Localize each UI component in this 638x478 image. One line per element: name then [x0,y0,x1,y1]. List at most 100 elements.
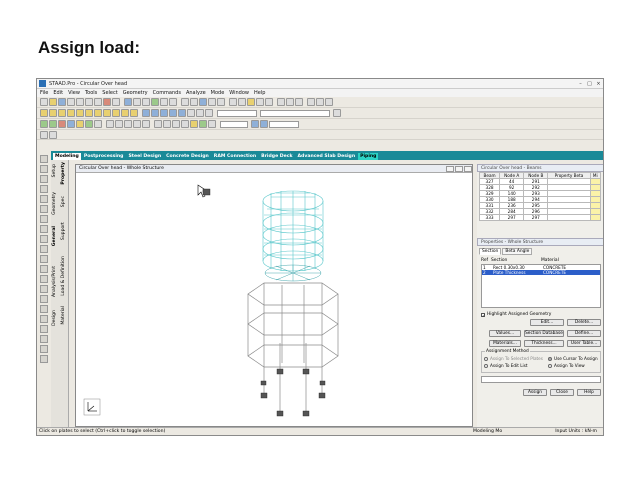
new-file-icon[interactable] [40,98,48,106]
viewport-close-icon[interactable] [464,165,472,172]
display-window-icon[interactable] [205,109,213,117]
tab-advanced-slab-design[interactable]: Advanced Slab Design [296,153,358,160]
arc-icon[interactable] [277,98,285,106]
page-help-icon[interactable] [40,355,48,363]
translational-repeat-icon[interactable] [256,98,264,106]
radio-selected-icon[interactable] [548,356,552,361]
load-combo[interactable] [220,120,248,128]
structure-model[interactable] [76,173,472,426]
paste-icon[interactable] [94,98,102,106]
page-design-icon[interactable] [40,235,48,243]
edit-list-field[interactable] [481,376,601,383]
edit-button[interactable]: Edit... [530,319,564,326]
use-cursor-radio[interactable]: Use Cursor To Assign [548,356,598,361]
page-results-icon[interactable] [40,335,48,343]
copy-icon[interactable] [85,98,93,106]
tab-concrete-design[interactable]: Concrete Design [164,153,211,160]
define-button[interactable]: Define... [567,330,601,337]
page-geometry-icon[interactable] [40,165,48,173]
load-display-icon[interactable] [181,120,189,128]
beams-cursor-icon[interactable] [49,120,57,128]
tab-postprocessing[interactable]: Postprocessing [82,153,126,160]
rotate-right-icon[interactable] [130,109,138,117]
radio-icon[interactable] [484,356,488,361]
load-case-combo[interactable] [260,109,330,117]
side-subtab-material[interactable]: Material [61,306,66,325]
top-view-icon[interactable] [76,109,84,117]
dimension-icon[interactable] [40,130,48,139]
delete-button[interactable]: Delete... [567,319,601,326]
page-print-icon[interactable] [40,345,48,353]
menu-mode[interactable]: Mode [211,90,225,96]
save-icon[interactable] [58,98,66,106]
page-beam-icon[interactable] [40,265,48,273]
table-icon[interactable] [307,98,315,106]
beam-by-group-icon[interactable] [115,120,123,128]
minimize-icon[interactable]: – [576,80,585,88]
render-icon[interactable] [169,98,177,106]
measure-icon[interactable] [208,120,216,128]
circular-repeat-icon[interactable] [265,98,273,106]
tab-beta-angle[interactable]: Beta Angle [502,248,533,255]
cut-icon[interactable] [76,98,84,106]
tab-modeling[interactable]: Modeling [53,153,81,160]
beams-table[interactable]: Beam Node A Node B Property Beta Mi 327 4… [478,172,602,221]
redo-icon[interactable] [112,98,120,106]
side-subtab-load-definition[interactable]: Load & Definition [61,256,66,296]
close-button[interactable]: Close [550,389,574,396]
print-icon[interactable] [67,98,75,106]
menu-select[interactable]: Select [102,90,117,96]
zoom-icon[interactable] [124,98,132,106]
structure-viewport[interactable]: Circular Over head - Whole Structure [75,164,473,427]
radio-icon[interactable] [548,363,552,368]
look-up-icon[interactable] [172,120,180,128]
select-solid-icon[interactable] [208,98,216,106]
page-spec-icon[interactable] [40,185,48,193]
tab-steel-design[interactable]: Steel Design [126,153,163,160]
page-property-icon[interactable] [40,175,48,183]
page-select-icon[interactable] [40,305,48,313]
page-report-icon[interactable] [40,245,48,253]
iso-view-icon[interactable] [94,109,102,117]
side-tab-design[interactable]: Design [52,310,57,326]
help-button[interactable]: Help [577,389,601,396]
viewport-maximize-icon[interactable] [455,165,463,172]
surfaces-cursor-icon[interactable] [67,120,75,128]
rotate-left-icon[interactable] [121,109,129,117]
dynamic-zoom-icon[interactable] [178,109,186,117]
zoom-out-icon[interactable] [151,109,159,117]
side-tab-analysis-print[interactable]: Analysis/Print [52,266,57,297]
front-view-icon[interactable] [40,109,48,117]
plates-cursor-icon[interactable] [58,120,66,128]
close-icon[interactable]: × [594,80,603,88]
menu-geometry[interactable]: Geometry [123,90,148,96]
tab-ram-connection[interactable]: RAM Connection [212,153,258,160]
zoom-extents-icon[interactable] [169,109,177,117]
page-node-icon[interactable] [40,255,48,263]
query-icon[interactable] [333,109,341,117]
shrink-icon[interactable] [199,120,207,128]
select-missing-icon[interactable] [142,120,150,128]
undo-icon[interactable] [103,98,111,106]
menu-window[interactable]: Window [229,90,249,96]
right-view-icon[interactable] [67,109,75,117]
add-beam-icon[interactable] [238,98,246,106]
select-node-icon[interactable] [181,98,189,106]
select-plate-icon[interactable] [199,98,207,106]
page-setup-icon[interactable] [40,155,48,163]
select-beam-icon[interactable] [190,98,198,106]
geometry-cursor-icon[interactable] [85,120,93,128]
snap-grid-icon[interactable] [229,98,237,106]
beam-ends-cursor-icon[interactable] [94,120,102,128]
tab-section[interactable]: Section [479,248,502,255]
side-subtab-spec[interactable]: Spec [61,196,66,207]
zoom-in-icon[interactable] [142,109,150,117]
nodes-cursor-icon[interactable] [40,120,48,128]
symbols-labels-icon[interactable] [163,120,171,128]
radio-icon[interactable] [484,363,488,368]
spline-icon[interactable] [295,98,303,106]
menu-view[interactable]: View [68,90,80,96]
menu-tools[interactable]: Tools [85,90,97,96]
page-loads-icon[interactable] [40,325,48,333]
left-view-icon[interactable] [58,109,66,117]
